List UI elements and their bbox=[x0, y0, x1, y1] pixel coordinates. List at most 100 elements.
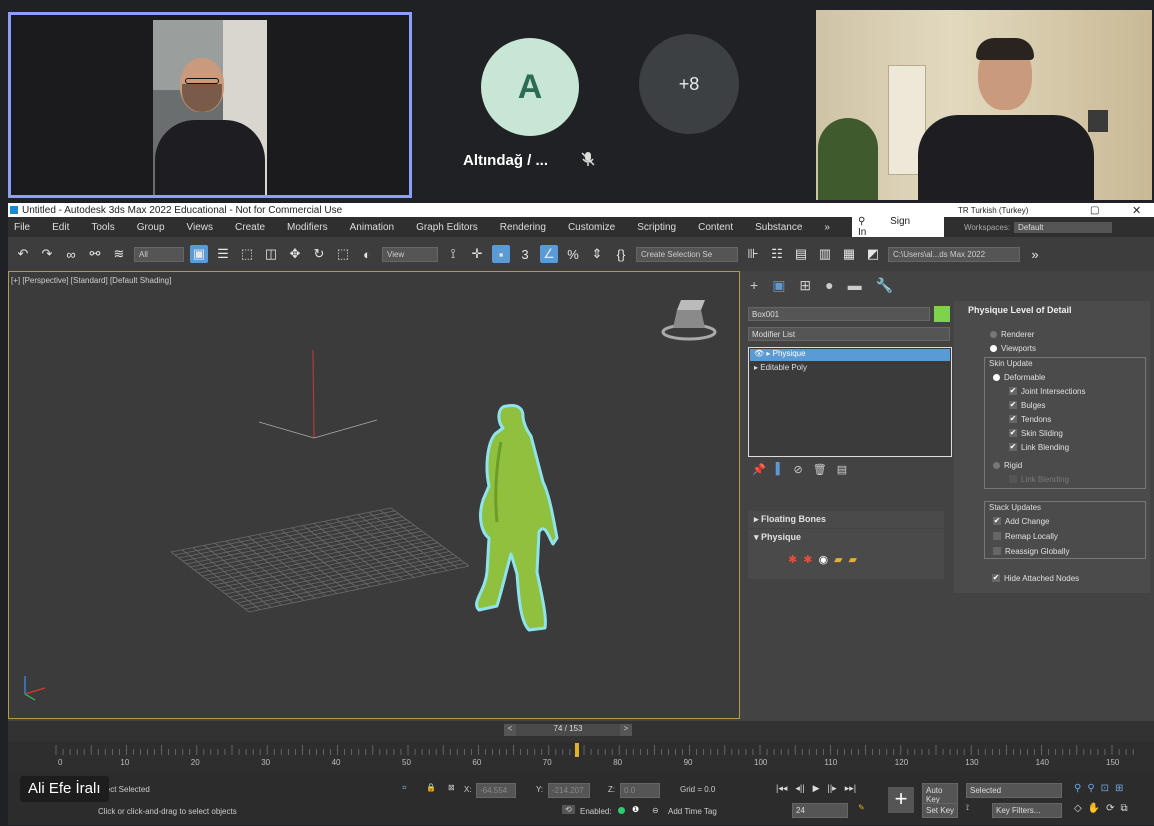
reassign-globally-checkbox[interactable]: Reassign Globally bbox=[993, 544, 1069, 558]
keyboard-shortcut-icon[interactable]: ▪ bbox=[492, 245, 510, 263]
move-icon[interactable]: ✥ bbox=[286, 245, 304, 263]
isolate-selection-icon[interactable]: ⌗ bbox=[402, 783, 407, 793]
redo-icon[interactable]: ↷ bbox=[38, 245, 56, 263]
default-in-out-icon[interactable]: ⟟ bbox=[966, 803, 969, 813]
zoom-all-icon[interactable]: ⚲ bbox=[1087, 783, 1094, 794]
menu-views[interactable]: Views bbox=[187, 222, 214, 233]
maximize-icon[interactable]: ▢ bbox=[1090, 205, 1099, 216]
z-coord-field[interactable]: 0.0 bbox=[620, 783, 660, 798]
create-selection-set-dropdown[interactable]: Create Selection Se bbox=[636, 246, 738, 262]
utilities-tab-icon[interactable]: 🔧 bbox=[876, 277, 893, 295]
pan-icon[interactable]: ✋ bbox=[1088, 803, 1100, 814]
menu-animation[interactable]: Animation bbox=[350, 222, 394, 233]
menu-create[interactable]: Create bbox=[235, 222, 265, 233]
toggle-ribbon-icon[interactable]: ▥ bbox=[816, 245, 834, 263]
bulges-checkbox[interactable]: ✔ Bulges bbox=[1009, 398, 1045, 412]
language-indicator[interactable]: TR Turkish (Turkey) bbox=[958, 206, 1028, 215]
x-coord-field[interactable]: -64.554 bbox=[476, 783, 516, 798]
hierarchy-tab-icon[interactable]: ⊞ bbox=[799, 277, 811, 295]
menu-rendering[interactable]: Rendering bbox=[500, 222, 546, 233]
go-to-start-icon[interactable]: |◂◂ bbox=[776, 783, 787, 794]
joint-intersections-checkbox[interactable]: ✔ Joint Intersections bbox=[1009, 384, 1085, 398]
rollout-floating-bones[interactable]: ▸ Floating Bones bbox=[748, 511, 944, 528]
rotate-icon[interactable]: ↻ bbox=[310, 245, 328, 263]
menu-graph-editors[interactable]: Graph Editors bbox=[416, 222, 478, 233]
participant-tile-1[interactable] bbox=[8, 12, 412, 198]
participant-tile-2[interactable] bbox=[816, 10, 1152, 200]
lock-selection-icon[interactable]: 🔒 bbox=[426, 783, 436, 792]
percent-snap-icon[interactable]: % bbox=[564, 245, 582, 263]
unlink-icon[interactable]: ⚯ bbox=[86, 245, 104, 263]
time-tag-icon[interactable]: ⊖ bbox=[652, 806, 659, 815]
select-object-icon[interactable]: ▣ bbox=[190, 245, 208, 263]
fov-icon[interactable]: ◇ bbox=[1074, 803, 1082, 814]
play-icon[interactable]: ▶ bbox=[813, 783, 820, 794]
remove-modifier-icon[interactable]: 🗑 bbox=[813, 463, 827, 476]
orbit-icon[interactable]: ⟳ bbox=[1106, 803, 1114, 814]
pivot-icon[interactable]: ⟟ bbox=[444, 245, 462, 263]
next-frame-icon[interactable]: ||▸ bbox=[828, 783, 837, 794]
show-end-result-icon[interactable]: ▌ bbox=[776, 463, 784, 476]
link-icon[interactable]: ∞ bbox=[62, 245, 80, 263]
create-bulge-icon[interactable]: ◉ bbox=[818, 553, 828, 566]
current-frame-field[interactable]: 24 bbox=[792, 803, 848, 818]
time-slider-next[interactable]: > bbox=[620, 724, 632, 736]
zoom-extents-icon[interactable]: ⊡ bbox=[1101, 783, 1109, 794]
key-filters-button[interactable]: Key Filters... bbox=[992, 803, 1062, 818]
menu-modifiers[interactable]: Modifiers bbox=[287, 222, 328, 233]
window-crossing-icon[interactable]: ◫ bbox=[262, 245, 280, 263]
key-mode-icon[interactable]: ✎ bbox=[858, 803, 865, 812]
edit-named-selection-icon[interactable]: {} bbox=[612, 245, 630, 263]
prev-frame-icon[interactable]: ◂|| bbox=[795, 783, 804, 794]
lod-title[interactable]: Physique Level of Detail bbox=[968, 305, 1072, 315]
link-blending-checkbox[interactable]: ✔ Link Blending bbox=[1009, 440, 1069, 454]
material-editor-icon[interactable]: ◩ bbox=[864, 245, 882, 263]
object-color-swatch[interactable] bbox=[934, 306, 950, 322]
rigid-link-blending-checkbox[interactable]: Link Blending bbox=[1009, 472, 1069, 486]
add-time-tag[interactable]: Add Time Tag bbox=[668, 807, 717, 816]
modifier-list-dropdown[interactable]: Modifier List bbox=[748, 327, 950, 341]
menu-tools[interactable]: Tools bbox=[91, 222, 114, 233]
menu-file[interactable]: File bbox=[14, 222, 30, 233]
manipulate-icon[interactable]: ✛ bbox=[468, 245, 486, 263]
viewports-radio[interactable]: Viewports bbox=[990, 341, 1036, 355]
set-key-button[interactable]: Set Key bbox=[922, 803, 958, 818]
add-change-checkbox[interactable]: ✔ Add Change bbox=[993, 514, 1049, 528]
deformable-radio[interactable]: Deformable bbox=[993, 370, 1045, 384]
script-listener-icon[interactable]: ⟲ bbox=[562, 805, 575, 814]
display-tab-icon[interactable]: ▬ bbox=[848, 277, 862, 295]
hide-attached-nodes-checkbox[interactable]: ✔ Hide Attached Nodes bbox=[992, 571, 1079, 585]
make-unique-icon[interactable]: ⊘ bbox=[794, 463, 803, 476]
angle-snap-icon[interactable]: ∠ bbox=[540, 245, 558, 263]
info-icon[interactable]: ❶ bbox=[632, 805, 639, 814]
snaps-toggle-icon[interactable]: 3 bbox=[516, 245, 534, 263]
save-file-icon[interactable]: ▰ bbox=[849, 553, 857, 566]
eye-icon[interactable]: 👁 ▸ bbox=[754, 349, 773, 358]
time-slider-prev[interactable]: < bbox=[504, 724, 516, 736]
mirror-icon[interactable]: ⊪ bbox=[744, 245, 762, 263]
remap-locally-checkbox[interactable]: Remap Locally bbox=[993, 529, 1058, 543]
reinitialize-icon[interactable]: ✱ bbox=[803, 553, 812, 566]
menu-scripting[interactable]: Scripting bbox=[637, 222, 676, 233]
modify-tab-icon[interactable]: ▣ bbox=[772, 277, 785, 295]
stack-item-editable-poly[interactable]: ▸ Editable Poly bbox=[750, 363, 950, 375]
perspective-viewport[interactable]: [+] [Perspective] [Standard] [Default Sh… bbox=[8, 271, 740, 719]
layer-explorer-icon[interactable]: ▤ bbox=[792, 245, 810, 263]
participant-avatar-a[interactable]: A bbox=[481, 38, 579, 136]
more-participants-button[interactable]: +8 bbox=[639, 34, 739, 134]
pin-stack-icon[interactable]: 📌 bbox=[752, 463, 766, 476]
stack-item-physique[interactable]: 👁 ▸ Physique bbox=[750, 349, 950, 361]
close-icon[interactable]: ✕ bbox=[1132, 204, 1141, 217]
align-icon[interactable]: ☷ bbox=[768, 245, 786, 263]
y-coord-field[interactable]: -214.207 bbox=[548, 783, 590, 798]
set-key-big-button[interactable]: + bbox=[888, 787, 914, 813]
skin-sliding-checkbox[interactable]: ✔ Skin Sliding bbox=[1009, 426, 1063, 440]
motion-tab-icon[interactable]: ● bbox=[825, 277, 833, 295]
menu-content[interactable]: Content bbox=[698, 222, 733, 233]
rect-selection-icon[interactable]: ⬚ bbox=[238, 245, 256, 263]
overflow-icon[interactable]: » bbox=[1026, 245, 1044, 263]
workspaces-dropdown[interactable]: Default bbox=[1014, 221, 1113, 233]
scale-icon[interactable]: ⬚ bbox=[334, 245, 352, 263]
menu-more[interactable]: » bbox=[824, 222, 830, 233]
absolute-mode-icon[interactable]: ⊠ bbox=[448, 783, 455, 792]
